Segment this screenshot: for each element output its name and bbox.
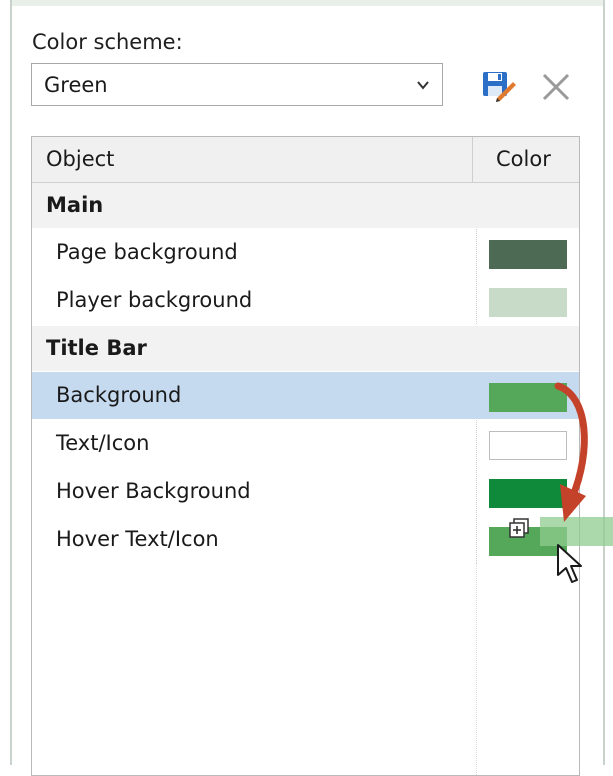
column-header-object[interactable]: Object [46, 147, 114, 171]
mouse-pointer-icon [557, 544, 582, 583]
chevron-down-icon [417, 81, 429, 90]
window-border-left [10, 0, 12, 765]
row-label: Player background [56, 288, 253, 312]
table-header: Object Color [32, 137, 579, 183]
row-divider [476, 468, 477, 515]
color-scheme-value: Green [44, 73, 108, 97]
save-edit-icon[interactable] [482, 70, 516, 102]
row-divider [476, 420, 477, 467]
color-swatch[interactable] [489, 288, 567, 317]
table-row-page-background[interactable]: Page background [32, 229, 579, 276]
close-icon[interactable] [540, 71, 572, 103]
row-label: Hover Text/Icon [56, 527, 219, 551]
row-label: Text/Icon [56, 431, 150, 455]
table-row-background[interactable]: Background [32, 372, 579, 419]
group-row-main[interactable]: Main [32, 183, 579, 228]
column-header-color[interactable]: Color [496, 147, 551, 171]
table-row-player-background[interactable]: Player background [32, 277, 579, 324]
column-divider-lower [476, 563, 477, 775]
drag-arrow-icon [554, 382, 588, 522]
row-label: Hover Background [56, 479, 251, 503]
row-divider [476, 277, 477, 324]
group-label: Main [46, 193, 104, 217]
row-divider [476, 516, 477, 563]
color-swatch[interactable] [489, 240, 567, 269]
table-row-hover-background[interactable]: Hover Background [32, 468, 579, 515]
group-row-title-bar[interactable]: Title Bar [32, 326, 579, 371]
row-label: Background [56, 383, 182, 407]
window-top-band [12, 0, 603, 6]
column-separator[interactable] [472, 137, 473, 182]
row-divider [476, 229, 477, 276]
color-scheme-label: Color scheme: [32, 30, 183, 54]
row-label: Page background [56, 240, 238, 264]
table-row-text-icon[interactable]: Text/Icon [32, 420, 579, 467]
color-object-table: Object Color Main Page background Player… [31, 136, 580, 776]
group-label: Title Bar [46, 336, 147, 360]
color-scheme-dropdown[interactable]: Green [31, 63, 443, 106]
table-row-hover-text-icon[interactable]: Hover Text/Icon [32, 516, 579, 563]
copy-plus-icon [509, 518, 529, 538]
